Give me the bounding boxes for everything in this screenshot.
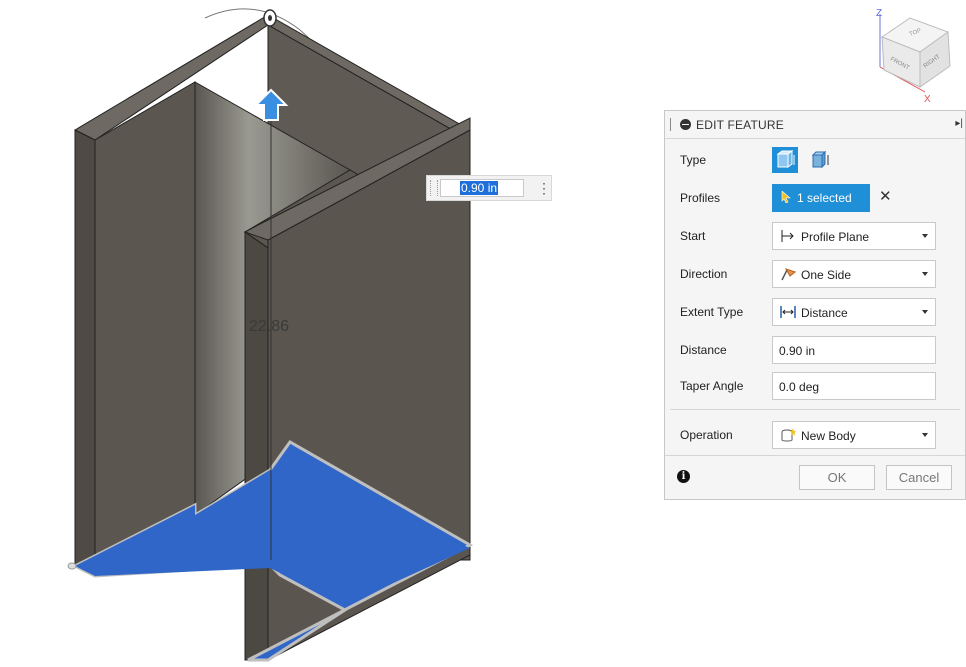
extent-type-dropdown[interactable]: Distance bbox=[772, 298, 936, 326]
row-direction: Direction One Side bbox=[665, 257, 965, 291]
dialog-title: EDIT FEATURE bbox=[696, 118, 784, 132]
chevron-down-icon bbox=[922, 272, 928, 276]
row-start: Start Profile Plane bbox=[665, 219, 965, 253]
direction-value: One Side bbox=[801, 268, 852, 282]
profile-plane-icon bbox=[780, 229, 796, 243]
distance-icon bbox=[780, 305, 796, 319]
feature-icon bbox=[680, 119, 691, 130]
type-solid-button[interactable] bbox=[772, 147, 798, 173]
type-label: Type bbox=[680, 153, 707, 167]
type-thin-button[interactable] bbox=[807, 147, 833, 173]
drag-grip-icon[interactable] bbox=[430, 180, 438, 196]
chevron-down-icon bbox=[922, 310, 928, 314]
distance-input[interactable]: 0.90 in bbox=[772, 336, 936, 364]
edit-feature-dialog: EDIT FEATURE ▸| Type Profiles 1 selected… bbox=[664, 110, 966, 500]
distance-label: Distance bbox=[680, 343, 727, 357]
thin-extrude-icon bbox=[811, 150, 829, 169]
operation-value: New Body bbox=[801, 429, 856, 443]
collapse-icon[interactable]: ▸| bbox=[955, 118, 963, 129]
row-operation: Operation New Body bbox=[665, 418, 965, 452]
start-value: Profile Plane bbox=[801, 230, 870, 244]
row-distance: Distance 0.90 in bbox=[665, 333, 965, 367]
solid-extrude-icon bbox=[776, 150, 795, 168]
start-dropdown[interactable]: Profile Plane bbox=[772, 222, 936, 250]
vertex-point bbox=[67, 562, 77, 570]
extent-type-value: Distance bbox=[801, 306, 848, 320]
cursor-arrow-icon bbox=[781, 190, 791, 206]
new-body-icon bbox=[780, 428, 796, 442]
profiles-selection-text: 1 selected bbox=[797, 191, 852, 205]
more-options-icon[interactable]: ⋮ bbox=[537, 179, 551, 197]
inline-distance-input[interactable]: 0.90 in ⋮ bbox=[426, 175, 552, 201]
axis-z-label: Z bbox=[876, 8, 882, 19]
rotate-handle-icon[interactable] bbox=[263, 9, 277, 27]
chevron-down-icon bbox=[922, 433, 928, 437]
taper-angle-label: Taper Angle bbox=[680, 379, 744, 393]
left-wall-edge bbox=[74, 129, 96, 577]
front-edge bbox=[244, 231, 269, 661]
row-taper-angle: Taper Angle 0.0 deg bbox=[665, 369, 965, 403]
divider bbox=[670, 409, 960, 410]
distance-value-field[interactable]: 0.90 in bbox=[440, 179, 524, 197]
row-profiles: Profiles 1 selected ✕ bbox=[665, 181, 965, 215]
dimension-label: 22.86 bbox=[249, 318, 290, 335]
direction-label: Direction bbox=[680, 267, 728, 281]
row-type: Type bbox=[665, 143, 965, 177]
profiles-label: Profiles bbox=[680, 191, 721, 205]
left-wall bbox=[94, 81, 196, 577]
drag-handle-icon[interactable] bbox=[670, 118, 673, 131]
extent-type-label: Extent Type bbox=[680, 305, 744, 319]
dialog-footer: i OK Cancel bbox=[665, 455, 965, 500]
operation-dropdown[interactable]: New Body bbox=[772, 421, 936, 449]
row-extent-type: Extent Type Distance bbox=[665, 295, 965, 329]
chevron-down-icon bbox=[922, 234, 928, 238]
start-label: Start bbox=[680, 229, 706, 243]
clear-selection-icon[interactable]: ✕ bbox=[879, 187, 892, 205]
cancel-button[interactable]: Cancel bbox=[886, 465, 952, 490]
profiles-select-button[interactable]: 1 selected bbox=[772, 184, 870, 212]
view-cube[interactable]: Z X TOP FRONT RIGHT bbox=[870, 2, 960, 105]
direction-dropdown[interactable]: One Side bbox=[772, 260, 936, 288]
one-side-icon bbox=[780, 267, 797, 281]
distance-selected-text: 0.90 in bbox=[460, 181, 499, 195]
ok-button[interactable]: OK bbox=[799, 465, 875, 490]
info-icon[interactable]: i bbox=[677, 470, 690, 483]
operation-label: Operation bbox=[680, 428, 733, 442]
dialog-header[interactable]: EDIT FEATURE ▸| bbox=[665, 111, 965, 139]
axis-x-label: X bbox=[924, 94, 931, 102]
taper-angle-input[interactable]: 0.0 deg bbox=[772, 372, 936, 400]
